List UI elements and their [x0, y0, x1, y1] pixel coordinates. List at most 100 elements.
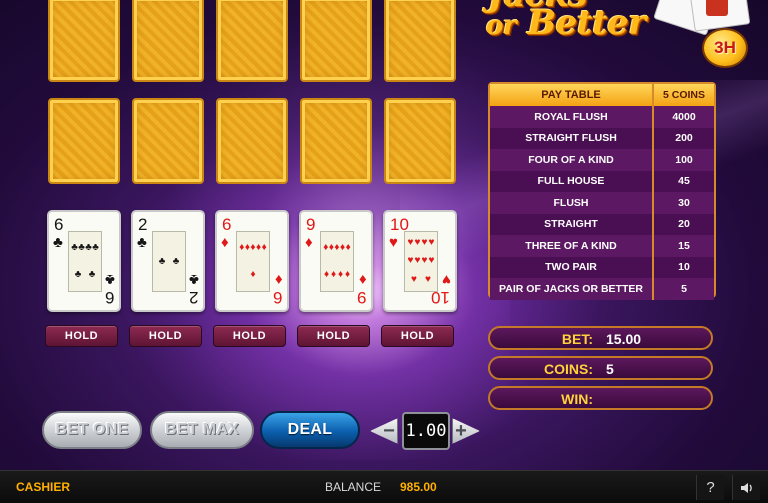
card-suit-icon: ♦ [221, 234, 229, 251]
card-pip-icon: ♦ [345, 241, 351, 253]
playing-card[interactable]: 6 ♦ ♦ ♦ ♦ ♦ ♦ ♦ ♦ 6 [215, 210, 289, 312]
hand-payout: 45 [678, 175, 690, 188]
hand-name: TWO PAIR [490, 256, 654, 278]
card-pip-icon: ♦ [323, 269, 330, 281]
card-pip-icon: ♥ [407, 255, 414, 267]
playing-card[interactable]: 2 ♣ ♣ ♣ ♣ 2 [131, 210, 205, 312]
playing-card[interactable]: 9 ♦ ♦ ♦ ♦ ♦ ♦ ♦ ♦ ♦ ♦ ♦ 9 [299, 210, 373, 312]
card-suit-icon: ♦ [359, 271, 367, 288]
card-pip-icon: ♥ [421, 255, 428, 267]
card-back [48, 0, 120, 82]
hand-name: STRAIGHT [490, 213, 654, 235]
card-rank: 6 [222, 215, 232, 234]
playing-card[interactable]: 6 ♣ ♣ ♣ ♣ ♣ ♣ ♣ ♣ 6 [47, 210, 121, 312]
hand-name: ROYAL FLUSH [490, 106, 654, 128]
hand-name: STRAIGHT FLUSH [490, 127, 654, 149]
hold-button-5[interactable]: HOLD [381, 325, 454, 347]
card-pip-icon: ♥ [428, 255, 435, 267]
deal-button[interactable]: DEAL [260, 411, 360, 449]
hand-name: THREE OF A KIND [490, 235, 654, 257]
card-rank: 10 [431, 288, 450, 307]
hand-payout: 200 [675, 132, 693, 145]
title-line-2: or Better [486, 6, 646, 41]
card-pip-icon: ♥ [428, 237, 435, 249]
card-suit-icon: ♥ [442, 271, 451, 288]
card-pip-icon: ♦ [239, 241, 245, 253]
card-pip-icon: ♣ [85, 241, 92, 253]
card-pip-icon: ♥ [414, 255, 421, 267]
card-back [300, 0, 372, 82]
card-suit-icon: ♥ [389, 234, 398, 251]
pay-table-row: STRAIGHT FLUSH 200 [490, 127, 714, 149]
card-pip-icon: ♣ [172, 255, 180, 267]
title-better: Better [527, 3, 646, 43]
card-pip-icon: ♦ [328, 241, 334, 253]
card-back [216, 0, 288, 82]
hand-payout: 4000 [672, 110, 696, 123]
hand-name: FLUSH [490, 192, 654, 214]
card-suit-icon: ♣ [105, 271, 115, 288]
card-pip-icon: ♦ [340, 241, 346, 253]
card-pips: ♣ ♣ [152, 231, 186, 292]
card-pip-icon: ♦ [250, 241, 256, 253]
card-suit-icon: ♣ [53, 234, 63, 251]
coin-value-display: 1.00 [402, 412, 450, 450]
card-rank: 6 [54, 215, 64, 234]
card-back [300, 98, 372, 184]
bet-one-button[interactable]: BET ONE [42, 411, 142, 449]
card-pip-icon: ♦ [244, 241, 250, 253]
coins-label: COINS: [544, 361, 593, 377]
card-pip-icon: ♦ [250, 269, 256, 281]
card-pips: ♦ ♦ ♦ ♦ ♦ ♦ [236, 231, 270, 292]
hand-name: FOUR OF A KIND [490, 149, 654, 171]
playing-card[interactable]: 10 ♥ ♥ ♥ ♥ ♥ ♥ ♥ ♥ ♥ ♥ ♥ ♥ 10 [383, 210, 457, 312]
card-pip-icon: ♥ [411, 273, 417, 285]
card-pip-icon: ♣ [78, 241, 85, 253]
card-suit-icon: ♣ [137, 234, 147, 251]
card-back [132, 0, 204, 82]
coin-value-increase-button[interactable]: + [452, 418, 480, 444]
bet-max-button[interactable]: BET MAX [150, 411, 254, 449]
card-pip-icon: ♣ [88, 269, 96, 281]
card-rank: 6 [104, 288, 114, 307]
hand-payout: 10 [678, 261, 690, 274]
cashier-button[interactable]: CASHIER [16, 480, 70, 494]
hand-name: PAIR OF JACKS OR BETTER [490, 278, 654, 300]
hand-payout: 30 [678, 196, 690, 209]
card-back [384, 98, 456, 184]
coin-value-decrease-button[interactable]: − [370, 418, 398, 444]
hands-badge: 3H [702, 28, 748, 68]
card-pip-icon: ♥ [407, 237, 414, 249]
card-pip-icon: ♥ [425, 273, 431, 285]
title-or: or [486, 11, 517, 41]
card-pip-icon: ♦ [334, 241, 340, 253]
card-pip-icon: ♦ [256, 241, 262, 253]
pay-table-row: TWO PAIR 10 [490, 256, 714, 278]
win-display: WIN: [488, 386, 713, 410]
speaker-icon[interactable] [732, 475, 760, 500]
pay-table-row: FLUSH 30 [490, 192, 714, 214]
pay-table: PAY TABLE 5 COINS ROYAL FLUSH 4000 STRAI… [488, 82, 716, 300]
card-suit-icon: ♣ [189, 271, 199, 288]
hold-button-4[interactable]: HOLD [297, 325, 370, 347]
card-rank: 6 [272, 288, 282, 307]
bet-label: BET: [561, 331, 593, 347]
hold-button-2[interactable]: HOLD [129, 325, 202, 347]
game-title: Jacks or Better [478, 0, 708, 50]
balance-value: 985.00 [400, 480, 437, 494]
bet-display: BET: 15.00 [488, 326, 713, 350]
hold-button-1[interactable]: HOLD [45, 325, 118, 347]
coins-display: COINS: 5 [488, 356, 713, 380]
help-button[interactable]: ? [696, 475, 724, 500]
hand-payout: 100 [675, 153, 693, 166]
card-pips: ♣ ♣ ♣ ♣ ♣ ♣ [68, 231, 102, 292]
pay-table-header: PAY TABLE 5 COINS [490, 84, 714, 106]
hand-payout: 20 [678, 218, 690, 231]
footer-bar: CASHIER BALANCE 985.00 ? [0, 470, 768, 503]
bet-value: 15.00 [606, 331, 642, 347]
hold-button-3[interactable]: HOLD [213, 325, 286, 347]
hand-payout: 15 [678, 239, 690, 252]
hand-payout: 5 [681, 282, 687, 295]
card-pip-icon: ♣ [158, 255, 166, 267]
card-pip-icon: ♣ [71, 241, 78, 253]
